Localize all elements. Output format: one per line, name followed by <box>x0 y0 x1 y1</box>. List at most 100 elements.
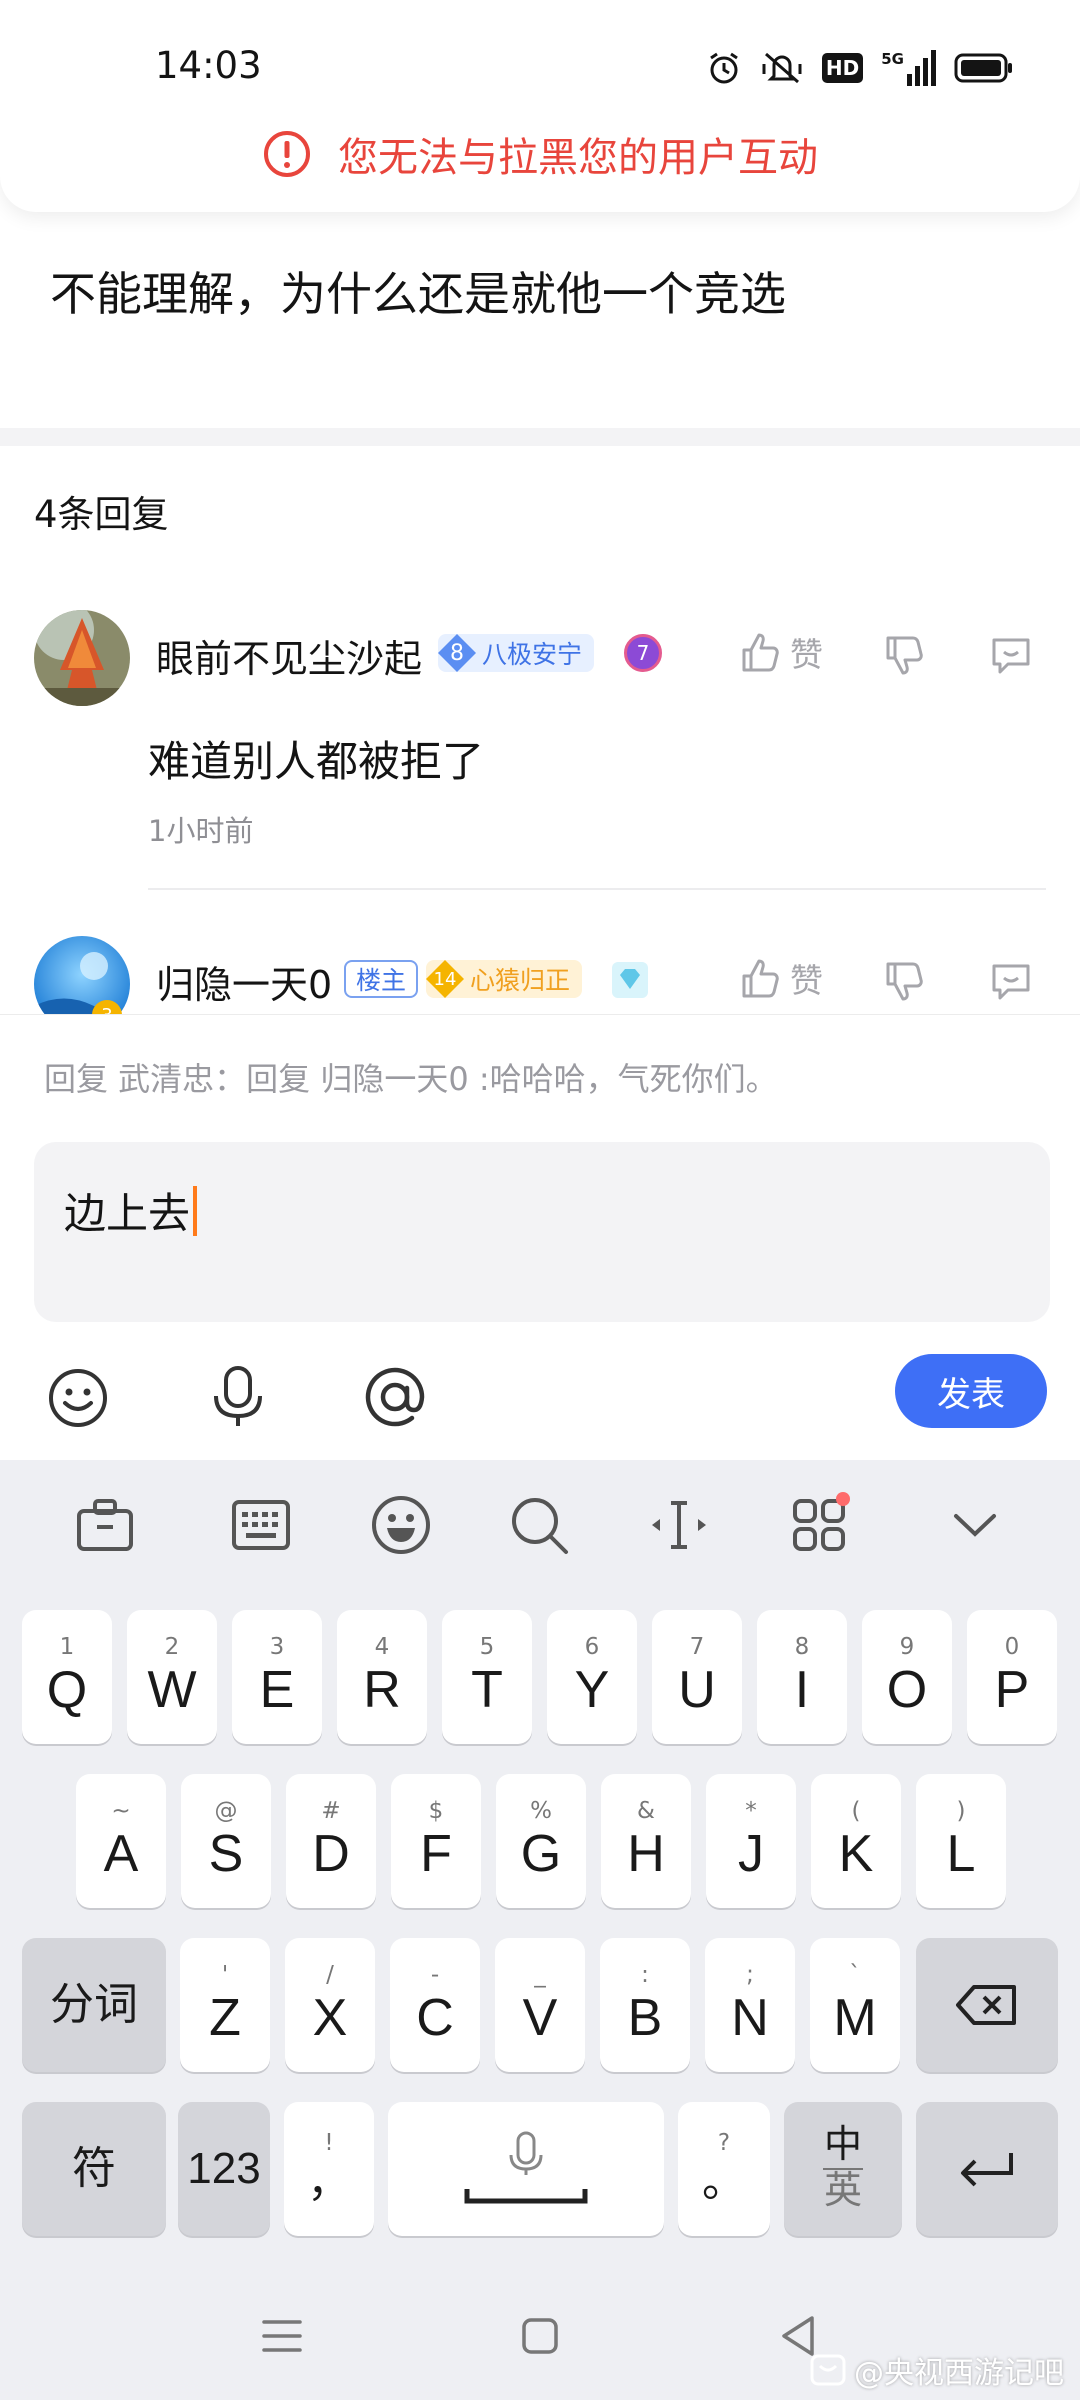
avatar[interactable] <box>34 610 130 706</box>
key-r[interactable]: 4R <box>337 1610 427 1744</box>
key-label: Y <box>574 1661 610 1720</box>
key-b[interactable]: :B <box>600 1938 690 2072</box>
key-label: P <box>994 1661 1030 1720</box>
key-m[interactable]: ` M <box>810 1938 900 2072</box>
key-hint: 2 <box>164 1634 180 1661</box>
comment-divider <box>148 888 1046 890</box>
key-c[interactable]: -C <box>390 1938 480 2072</box>
like-label: 赞 <box>790 961 823 1000</box>
key-f[interactable]: $ F <box>391 1774 481 1908</box>
battery-icon <box>954 53 1012 83</box>
level-badge: 8 八极安宁 <box>438 634 595 672</box>
key-z[interactable]: ' Z <box>180 1938 270 2072</box>
language-switch-key[interactable]: 中 英 <box>784 2102 902 2236</box>
reply-input-text[interactable]: 边上去 <box>64 1180 198 1241</box>
comment-username[interactable]: 归隐一天0 <box>156 954 332 1009</box>
key-t[interactable]: 5T <box>442 1610 532 1744</box>
key-label: N <box>731 1989 769 2048</box>
key-label: H <box>627 1825 665 1884</box>
period-key[interactable]: ? 。 <box>678 2102 770 2236</box>
apps-grid-icon[interactable] <box>784 1490 854 1560</box>
reply-icon[interactable] <box>988 632 1034 678</box>
segment-key-label: 分词 <box>50 1979 138 2029</box>
key-label: S <box>208 1825 244 1884</box>
comment-username[interactable]: 眼前不见尘沙起 <box>156 628 422 683</box>
medal-badge: 7 <box>624 634 662 672</box>
key-l[interactable]: ) L <box>916 1774 1006 1908</box>
key-e[interactable]: 3E <box>232 1610 322 1744</box>
key-p[interactable]: 0P <box>967 1610 1057 1744</box>
key-label: U <box>678 1661 716 1720</box>
level-number: 14 <box>426 960 464 998</box>
clipboard-icon[interactable] <box>70 1490 140 1560</box>
language-english-label: 英 <box>823 2170 862 2212</box>
key-v[interactable]: _ V <box>495 1938 585 2072</box>
thumbs-down-icon[interactable] <box>882 634 926 678</box>
status-time: 14:03 <box>155 44 262 87</box>
enter-key[interactable] <box>916 2102 1058 2236</box>
key-label: I <box>794 1661 810 1720</box>
collapse-keyboard-icon[interactable] <box>940 1490 1010 1560</box>
microphone-icon <box>464 2131 588 2204</box>
thumbs-down-icon[interactable] <box>882 960 926 1004</box>
key-label: A <box>103 1825 139 1884</box>
numbers-key[interactable]: 123 <box>178 2102 270 2236</box>
key-x[interactable]: / X <box>285 1938 375 2072</box>
reply-icon[interactable] <box>988 958 1034 1004</box>
key-hint: % <box>530 1798 552 1825</box>
publish-button[interactable]: 发表 <box>895 1354 1047 1428</box>
like-button[interactable]: 赞 <box>738 954 823 1002</box>
key-label: K <box>838 1825 874 1884</box>
diamond-icon <box>612 962 648 998</box>
key-a[interactable]: ~ A <box>76 1774 166 1908</box>
key-hint: ( <box>851 1798 861 1825</box>
microphone-icon[interactable] <box>206 1364 270 1430</box>
key-w[interactable]: 2W <box>127 1610 217 1744</box>
key-u[interactable]: 7U <box>652 1610 742 1744</box>
emoji-icon[interactable] <box>46 1366 110 1430</box>
key-hint: / <box>326 1962 334 1989</box>
symbol-key[interactable]: 符 <box>22 2102 166 2236</box>
search-icon[interactable] <box>504 1490 574 1560</box>
key-hint: ' <box>221 1962 229 1989</box>
like-button[interactable]: 赞 <box>738 628 823 676</box>
segment-key[interactable]: 分词 <box>22 1938 166 2072</box>
key-label: Q <box>46 1661 88 1720</box>
menu-icon[interactable] <box>260 2316 304 2356</box>
emoji-keyboard-icon[interactable] <box>366 1490 436 1560</box>
hd-icon: HD <box>821 53 864 83</box>
backspace-key[interactable] <box>916 1938 1058 2072</box>
symbol-key-label: 符 <box>72 2143 116 2193</box>
backspace-icon <box>956 1985 1016 2025</box>
key-h[interactable]: & H <box>601 1774 691 1908</box>
key-o[interactable]: 9O <box>862 1610 952 1744</box>
key-d[interactable]: # D <box>286 1774 376 1908</box>
numbers-key-label: 123 <box>187 2143 261 2193</box>
key-j[interactable]: * J <box>706 1774 796 1908</box>
key-k[interactable]: (K <box>811 1774 901 1908</box>
key-i[interactable]: 8I <box>757 1610 847 1744</box>
comma-key[interactable]: ! ， <box>284 2102 374 2236</box>
thumbs-up-icon <box>742 959 779 998</box>
home-icon[interactable] <box>520 2316 560 2356</box>
cursor-move-icon[interactable] <box>644 1490 714 1560</box>
key-y[interactable]: 6Y <box>547 1610 637 1744</box>
section-divider <box>0 428 1080 446</box>
key-s[interactable]: @ S <box>181 1774 271 1908</box>
keyboard-icon[interactable] <box>226 1490 296 1560</box>
key-hint: 9 <box>899 1634 915 1661</box>
mention-icon[interactable] <box>362 1364 428 1430</box>
owner-badge: 楼主 <box>344 960 419 998</box>
alarm-icon <box>710 52 738 84</box>
key-g[interactable]: % G <box>496 1774 586 1908</box>
key-hint: 3 <box>269 1634 285 1661</box>
key-n[interactable]: ; N <box>705 1938 795 2072</box>
space-key[interactable] <box>388 2102 664 2236</box>
key-label: F <box>420 1825 452 1884</box>
keyboard <box>0 1460 1080 2400</box>
reply-target-hint: 回复 武清忠：回复 归隐一天0 :哈哈哈，气死你们。 <box>44 1060 778 1098</box>
key-q[interactable]: 1Q <box>22 1610 112 1744</box>
notification-dot <box>836 1492 850 1506</box>
comment-time: 1小时前 <box>148 814 254 848</box>
level-title: 八极安宁 <box>482 640 583 669</box>
